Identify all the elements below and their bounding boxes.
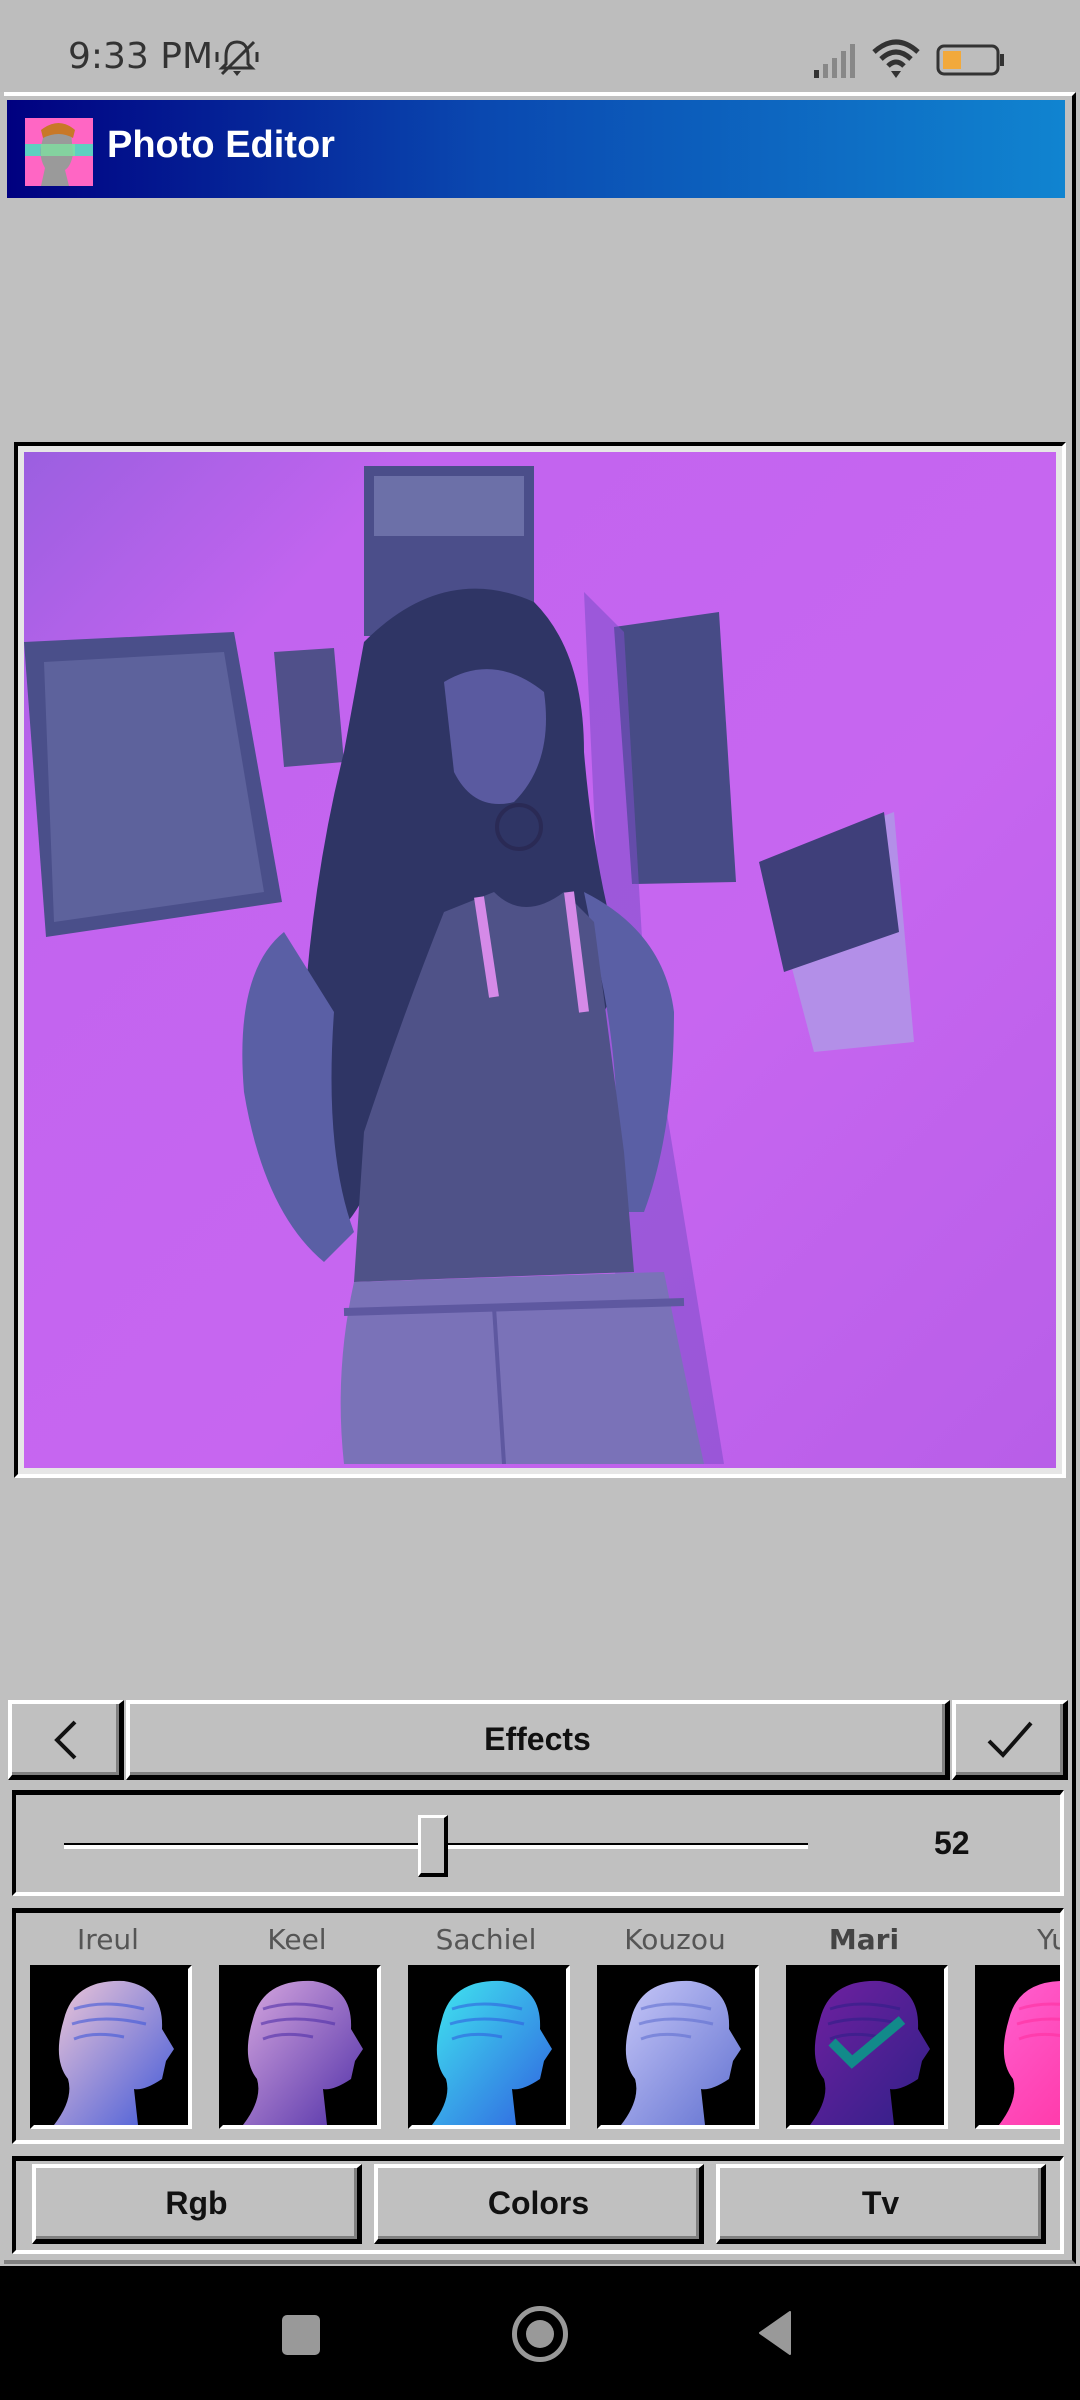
signal-icon: [814, 44, 855, 78]
effects-list[interactable]: Ireul Keel Sachiel Kouzou Mari Yu: [12, 1908, 1064, 2144]
back-button[interactable]: [8, 1700, 124, 1780]
category-colors-button[interactable]: Colors: [374, 2164, 704, 2244]
chevron-left-icon: [53, 1720, 76, 1759]
intensity-slider-panel: 52: [12, 1790, 1064, 1896]
statue-preview-icon: [54, 1980, 174, 2125]
effect-thumbnail[interactable]: [219, 1965, 381, 2129]
checkmark-icon: [987, 1721, 1033, 1758]
recents-icon[interactable]: [282, 2315, 320, 2355]
category-rgb-button[interactable]: Rgb: [32, 2164, 362, 2244]
category-tv-label: Tv: [861, 2185, 900, 2221]
statue-preview-icon: [999, 1981, 1060, 2125]
mute-icon: [215, 40, 259, 76]
category-colors-label: Colors: [487, 2185, 590, 2221]
wifi-icon: [872, 39, 920, 78]
effect-item-ireul[interactable]: Ireul: [24, 1913, 192, 2133]
confirm-button[interactable]: [952, 1700, 1068, 1780]
battery-icon: [936, 44, 1004, 76]
effects-title: Effects: [484, 1721, 591, 1757]
selected-checkmark-icon: [828, 2016, 906, 2069]
effect-label: Ireul: [77, 1923, 139, 1956]
effect-label: Sachiel: [435, 1923, 537, 1956]
back-icon[interactable]: [756, 2310, 794, 2356]
effect-item-mari[interactable]: Mari: [780, 1913, 948, 2133]
effect-thumbnail[interactable]: [30, 1965, 192, 2129]
status-time: 9:33 PM: [68, 36, 214, 77]
statue-logo-icon: [25, 118, 93, 186]
effect-item-keel[interactable]: Keel: [213, 1913, 381, 2133]
effect-label: Kouzou: [624, 1923, 726, 1956]
effect-thumbnail[interactable]: [408, 1965, 570, 2129]
photo-canvas-frame: [14, 442, 1066, 1478]
statue-preview-icon: [243, 1980, 363, 2125]
effect-item-kouzou[interactable]: Kouzou: [591, 1913, 759, 2133]
effect-thumbnail[interactable]: [975, 1965, 1060, 2129]
effect-label: Keel: [267, 1923, 327, 1956]
category-rgb-label: Rgb: [165, 2185, 228, 2221]
effects-title-button[interactable]: Effects: [126, 1700, 950, 1780]
home-icon[interactable]: [512, 2306, 568, 2362]
effect-thumbnail[interactable]: [597, 1965, 759, 2129]
app-title: Photo Editor: [107, 124, 335, 166]
effect-item-sachiel[interactable]: Sachiel: [402, 1913, 570, 2133]
edited-photo[interactable]: [24, 452, 1056, 1468]
title-bar: Photo Editor: [7, 100, 1065, 198]
effect-thumbnail[interactable]: [786, 1965, 948, 2129]
status-bar: 9:33 PM: [0, 0, 1080, 92]
wall-photo-left: [24, 632, 344, 937]
system-nav-bar: [0, 2266, 1080, 2400]
intensity-slider-thumb[interactable]: [417, 1815, 448, 1877]
intensity-value: 52: [934, 1825, 970, 1861]
statue-preview-icon: [621, 1980, 741, 2125]
effect-label: Mari: [828, 1923, 900, 1956]
category-tv-button[interactable]: Tv: [716, 2164, 1046, 2244]
effect-label: Yu: [1037, 1923, 1060, 1956]
statue-preview-icon: [432, 1980, 552, 2125]
effect-item-yu[interactable]: Yu: [969, 1913, 1060, 2133]
